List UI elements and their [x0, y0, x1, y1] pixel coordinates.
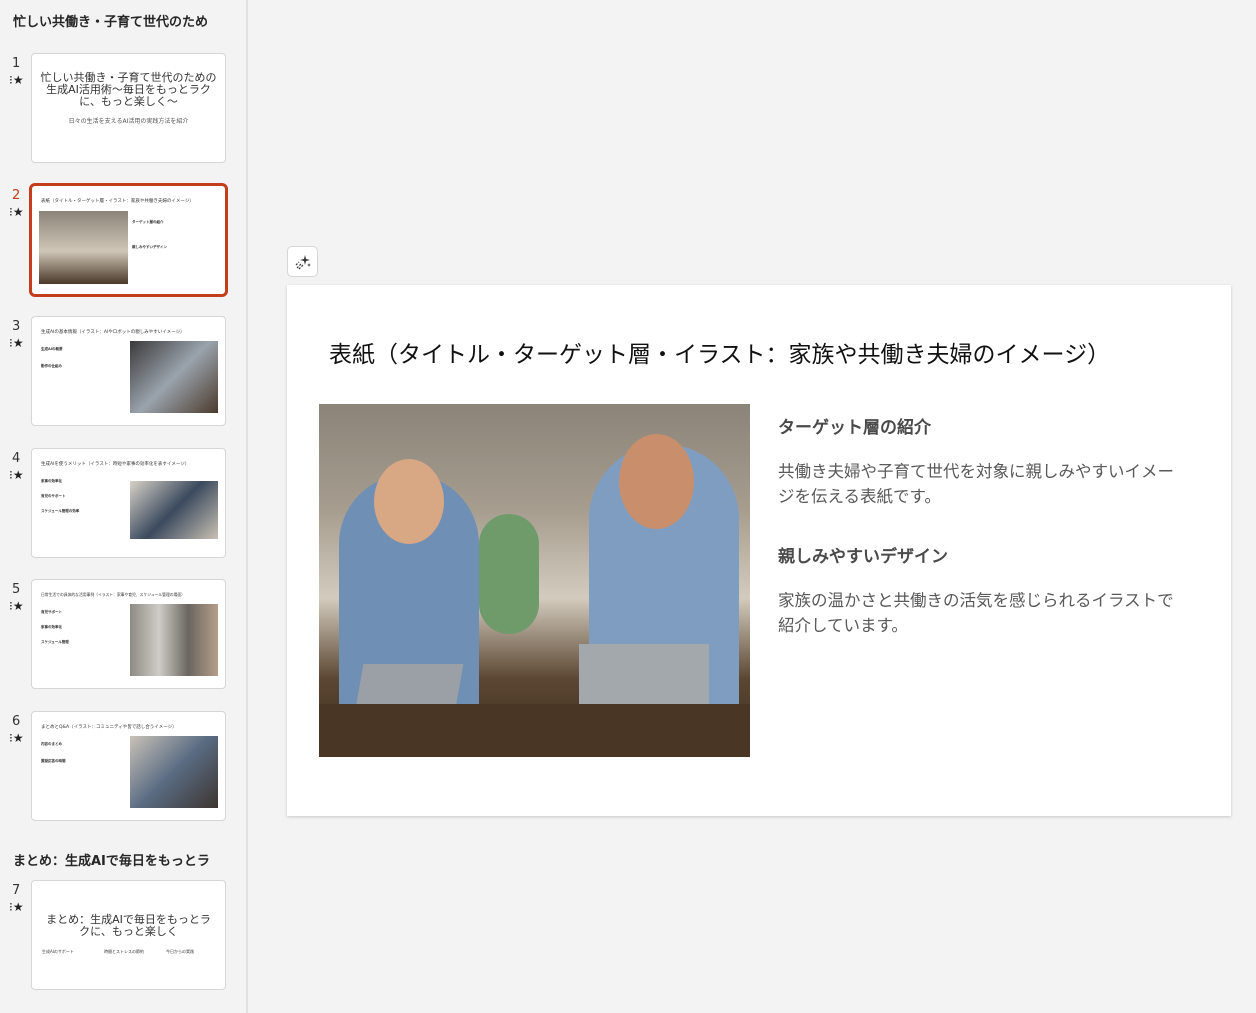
slide-canvas[interactable]: 表紙（タイトル・ターゲット層・イラスト：家族や共働き夫婦のイメージ） ターゲット…	[287, 285, 1231, 816]
thumb-item: 今日からの実践	[166, 949, 194, 954]
thumb-item: スケジュール管理の効率	[41, 509, 80, 513]
animation-star-icon: ⁝★	[9, 900, 24, 914]
slide-number: 5	[12, 582, 21, 597]
slide-number: 4	[12, 451, 21, 466]
heading-target-audience[interactable]: ターゲット層の紹介	[778, 413, 931, 438]
thumb-item: 動作の仕組み	[41, 364, 62, 368]
slide-thumbnail-3[interactable]: 生成AIの基本情報（イラスト：AIやロボットの親しみやすいイメージ） 生成AIの…	[31, 316, 226, 426]
thumb-item: 生成AIの概要	[41, 347, 63, 351]
animation-star-icon: ⁝★	[9, 468, 24, 482]
thumb-item: スケジュール管理	[41, 640, 69, 644]
thumb-item: 生成AIのサポート	[42, 949, 74, 954]
thumb-title: 生成AIを使うメリット（イラスト：時短や家事の効率化を表すイメージ）	[41, 462, 190, 467]
animation-star-icon: ⁝★	[9, 599, 24, 613]
sparkle-icon	[295, 254, 311, 269]
slide-thumbnail-2[interactable]: 表紙（タイトル・ターゲット層・イラスト：家族や共働き夫婦のイメージ） ターゲット…	[29, 183, 228, 297]
slide-number: 1	[12, 56, 21, 71]
thumb-title: 日常生活での具体的な活用事例（イラスト：家事や育児、スケジュール管理の場面）	[41, 592, 185, 597]
thumb-photo	[130, 341, 218, 413]
thumb-item: 育児サポート	[41, 610, 62, 614]
thumb-title: 生成AIの基本情報（イラスト：AIやロボットの親しみやすいイメージ）	[41, 330, 185, 335]
animation-star-icon: ⁝★	[9, 73, 24, 87]
thumb-photo	[39, 211, 128, 284]
thumb-item: 育児のサポート	[41, 494, 66, 498]
thumb-subtitle: 日々の生活を支えるAI活用の実践方法を紹介	[68, 118, 189, 125]
thumb-item: 家事の効率化	[41, 625, 62, 629]
thumb-title: まとめとQ&A（イラスト：コミュニティや皆で話し合うイメージ）	[41, 725, 177, 730]
heading-friendly-design[interactable]: 親しみやすいデザイン	[778, 542, 948, 567]
section-header[interactable]: まとめ：生成AIで毎日をもっとラ	[13, 850, 238, 869]
slide-number: 6	[12, 714, 21, 729]
thumb-item: 内容のまとめ	[41, 742, 62, 746]
body-target-audience[interactable]: 共働き夫婦や子育て世代を対象に親しみやすいイメージを伝える表紙です。	[778, 459, 1188, 509]
slide-thumbnail-4[interactable]: 生成AIを使うメリット（イラスト：時短や家事の効率化を表すイメージ） 家事の効率…	[31, 448, 226, 558]
thumb-item: 時間とストレスの節約	[104, 949, 144, 954]
thumb-title: 表紙（タイトル・ターゲット層・イラスト：家族や共働き夫婦のイメージ）	[41, 199, 194, 204]
animation-star-icon: ⁝★	[9, 205, 24, 219]
thumb-photo	[130, 481, 218, 539]
thumb-photo	[130, 604, 218, 676]
thumb-item: ターゲット層の紹介	[132, 220, 164, 224]
slide-thumbnail-7[interactable]: まとめ：生成AIで毎日をもっとラクに、もっと楽しく 生成AIのサポート 時間とス…	[31, 880, 226, 990]
section-header[interactable]: 忙しい共働き・子育て世代のため	[13, 11, 238, 30]
thumb-title: まとめ：生成AIで毎日をもっとラクに、もっと楽しく	[46, 913, 211, 938]
thumb-item: 親しみやすいデザイン	[132, 245, 167, 249]
thumb-photo	[130, 736, 218, 808]
slide-thumbnail-6[interactable]: まとめとQ&A（イラスト：コミュニティや皆で話し合うイメージ） 内容のまとめ 質疑…	[31, 711, 226, 821]
family-photo[interactable]	[319, 404, 750, 757]
designer-sparkle-button[interactable]	[287, 246, 318, 277]
slide-number: 3	[12, 319, 21, 334]
animation-star-icon: ⁝★	[9, 731, 24, 745]
thumb-item: 家事の効率化	[41, 479, 62, 483]
body-friendly-design[interactable]: 家族の温かさと共働きの活気を感じられるイラストで紹介しています。	[778, 588, 1188, 638]
slide-title[interactable]: 表紙（タイトル・ターゲット層・イラスト：家族や共働き夫婦のイメージ）	[329, 335, 1110, 369]
animation-star-icon: ⁝★	[9, 336, 24, 350]
slide-number: 2	[12, 188, 21, 203]
slide-thumbnail-5[interactable]: 日常生活での具体的な活用事例（イラスト：家事や育児、スケジュール管理の場面） 育…	[31, 579, 226, 689]
slide-thumbnail-pane[interactable]: 忙しい共働き・子育て世代のため 1 ⁝★ 忙しい共働き・子育て世代のための生成A…	[0, 0, 248, 1013]
slide-thumbnail-1[interactable]: 忙しい共働き・子育て世代のための生成AI活用術〜毎日をもっとラクに、もっと楽しく…	[31, 53, 226, 163]
thumb-item: 質疑応答の時間	[41, 759, 66, 763]
thumb-title: 忙しい共働き・子育て世代のための生成AI活用術〜毎日をもっとラクに、もっと楽しく…	[40, 71, 217, 108]
slide-number: 7	[12, 883, 21, 898]
